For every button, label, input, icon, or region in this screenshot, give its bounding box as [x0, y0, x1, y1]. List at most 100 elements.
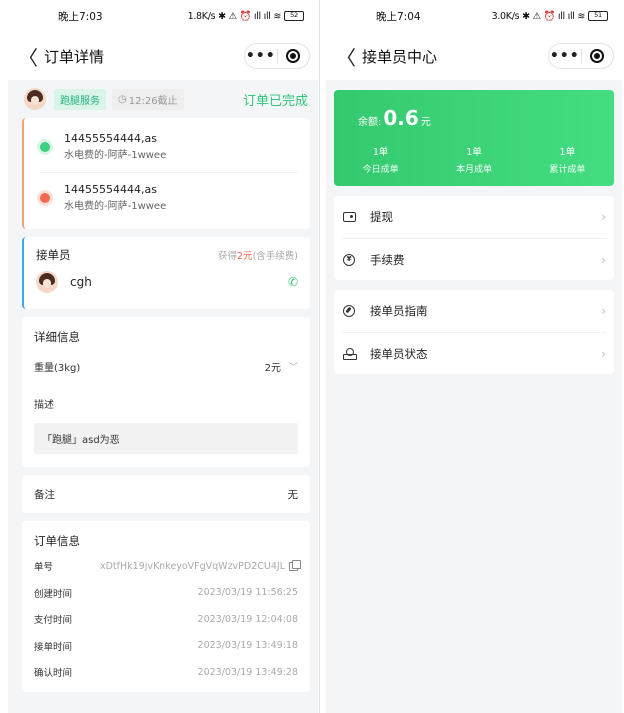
more-icon[interactable]: •••: [549, 46, 581, 66]
taker-label: 接单员: [36, 248, 71, 262]
menu-status[interactable]: 接单员状态 ›: [342, 332, 606, 374]
target-icon: [590, 49, 605, 63]
stat-label: 本月成单: [455, 165, 492, 175]
order-status: 订单已完成: [242, 93, 308, 109]
balance-value: 0.6: [383, 106, 419, 130]
info-key: 创建时间: [34, 588, 73, 600]
compass-icon: [342, 304, 356, 318]
network-speed: 1.8K/s: [187, 10, 216, 22]
stat-total: 1单 累计成单: [521, 144, 614, 175]
order-info-card: 订单信息 单号 xDtfHk19jvKnkeyoVFgVqWzvPD2CU4JL…: [22, 521, 310, 692]
info-key: 确认时间: [34, 668, 73, 680]
signal-icons: ✱ ⚠ ⏰ ıll ıll ≋: [522, 10, 585, 22]
stat-label: 今日成单: [362, 165, 399, 175]
paid-time-row: 支付时间 2023/03/19 12:04:08: [34, 606, 298, 633]
address-card: 14455554444,as 水电费的-阿萨-1wwee 14455554444…: [22, 118, 310, 229]
taker-card: 接单员 获得2元(含手续费) cgh ✆: [22, 237, 310, 309]
address-phone: 14455554444,as: [64, 183, 157, 196]
address-phone: 14455554444,as: [64, 132, 157, 145]
phone-call-icon[interactable]: ✆: [288, 275, 298, 289]
mini-program-capsule: •••: [244, 43, 310, 69]
chevron-right-icon: ›: [601, 304, 606, 318]
detail-card: 详细信息 重量(3kg) 2元 ﹀ 描述 「跑腿」asd为恶: [22, 317, 310, 467]
status-time: 晚上7:03: [58, 10, 103, 23]
finance-menu: 提现 › ¥ 手续费 ›: [334, 196, 614, 280]
nav-bar: 〈 接单员中心 •••: [326, 32, 622, 80]
more-icon[interactable]: •••: [245, 46, 277, 66]
menu-label: 接单员状态: [370, 346, 428, 361]
order-stats: 1单 今日成单 1单 本月成单 1单 累计成单: [334, 144, 614, 175]
address-detail: 水电费的-阿萨-1wwee: [64, 201, 167, 212]
menu-label: 提现: [370, 210, 393, 224]
battery-icon: 52: [284, 11, 304, 21]
earn-prefix: 获得: [218, 251, 238, 262]
status-icons: 1.8K/s ✱ ⚠ ⏰ ıll ıll ≋ 52: [188, 11, 304, 22]
status-bar: 晚上7:03 1.8K/s ✱ ⚠ ⏰ ıll ıll ≋ 52: [8, 0, 318, 32]
stat-month: 1单 本月成单: [427, 144, 520, 175]
close-button[interactable]: [582, 49, 614, 63]
stat-label: 累计成单: [549, 165, 586, 175]
battery-icon: 51: [588, 11, 608, 21]
back-icon[interactable]: 〈: [18, 42, 42, 71]
order-detail-screen: 晚上7:03 1.8K/s ✱ ⚠ ⏰ ıll ıll ≋ 52 〈 订单详情 …: [8, 0, 318, 713]
weight-row[interactable]: 重量(3kg) 2元 ﹀: [34, 359, 298, 374]
taker-earning: 获得2元(含手续费): [218, 248, 298, 262]
balance-label: 余额:: [358, 117, 382, 128]
stat-value: 1单: [372, 147, 389, 158]
address-detail: 水电费的-阿萨-1wwee: [64, 150, 167, 161]
weight-price: 2元: [264, 363, 281, 374]
info-value: 2023/03/19 13:49:18: [197, 640, 298, 652]
detail-title: 详细信息: [34, 330, 80, 344]
taker-name: cgh: [70, 275, 92, 289]
menu-label: 手续费: [370, 252, 405, 267]
stamp-icon: [342, 347, 357, 361]
nav-bar: 〈 订单详情 •••: [8, 32, 318, 80]
remark-value: 无: [287, 488, 299, 501]
remark-label: 备注: [34, 488, 55, 501]
taker-center-screen: 晚上7:04 3.0K/s ✱ ⚠ ⏰ ıll ıll ≋ 51 〈 接单员中心…: [326, 0, 622, 713]
status-time: 晚上7:04: [376, 10, 421, 23]
chevron-down-icon: ﹀: [288, 363, 298, 373]
page-title: 接单员中心: [362, 47, 438, 66]
deadline-text: 12:26截止: [128, 95, 178, 107]
order-number: xDtfHk19jvKnkeyoVFgVqWzvPD2CU4JL: [99, 560, 285, 572]
taker-avatar: [36, 271, 58, 293]
stat-today: 1单 今日成单: [334, 144, 427, 175]
pickup-dot-icon: [40, 142, 50, 152]
order-number-row: 单号 xDtfHk19jvKnkeyoVFgVqWzvPD2CU4JL: [34, 553, 301, 580]
copy-icon[interactable]: [289, 559, 301, 571]
remark-card: 备注 无: [22, 475, 310, 513]
close-button[interactable]: [278, 49, 310, 63]
network-speed: 3.0K/s: [491, 10, 520, 22]
order-info-title: 订单信息: [34, 534, 80, 548]
avatar: [24, 88, 46, 110]
menu-fee[interactable]: ¥ 手续费 ›: [342, 238, 606, 280]
info-key: 支付时间: [34, 615, 73, 627]
mini-program-capsule: •••: [548, 43, 614, 69]
info-value: 2023/03/19 11:56:25: [197, 587, 298, 599]
balance-card: 余额: 0.6 元 1单 今日成单 1单 本月成单 1单 累计成单: [334, 90, 614, 186]
info-key: 接单时间: [34, 641, 73, 653]
menu-withdraw[interactable]: 提现 ›: [342, 196, 606, 238]
status-icons: 3.0K/s ✱ ⚠ ⏰ ıll ıll ≋ 51: [492, 11, 608, 22]
clock-icon: ◷: [118, 93, 127, 105]
taken-time-row: 接单时间 2023/03/19 13:49:18: [34, 633, 298, 660]
order-header: 跑腿服务 ◷ 12:26截止 订单已完成: [8, 80, 318, 118]
menu-label: 接单员指南: [370, 304, 428, 318]
created-time-row: 创建时间 2023/03/19 11:56:25: [34, 580, 298, 607]
coin-icon: ¥: [342, 253, 356, 267]
info-value: 2023/03/19 13:49:28: [197, 666, 298, 678]
weight-label: 重量(3kg): [34, 363, 81, 374]
delivery-address: 14455554444,as 水电费的-阿萨-1wwee: [40, 172, 298, 223]
status-bar: 晚上7:04 3.0K/s ✱ ⚠ ⏰ ıll ıll ≋ 51: [326, 0, 622, 32]
menu-guide[interactable]: 接单员指南 ›: [342, 290, 606, 332]
back-icon[interactable]: 〈: [336, 42, 360, 71]
earn-amount: 2元: [237, 251, 253, 262]
target-icon: [286, 49, 301, 63]
stat-value: 1单: [466, 147, 482, 158]
chevron-right-icon: ›: [601, 210, 606, 224]
service-tag: 跑腿服务: [54, 88, 106, 110]
wallet-icon: [342, 210, 356, 224]
desc-label: 描述: [34, 400, 54, 411]
chevron-right-icon: ›: [601, 252, 606, 267]
